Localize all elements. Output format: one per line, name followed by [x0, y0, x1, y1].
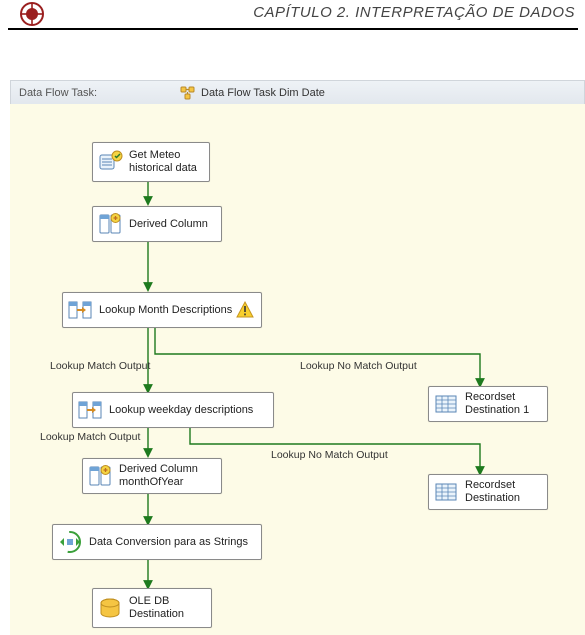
- node-derived-column[interactable]: Derived Column: [92, 206, 222, 242]
- warning-icon: [236, 301, 254, 319]
- crest-icon: [20, 2, 44, 26]
- chapter-title: CAPÍTULO 2. INTERPRETAÇÃO DE DADOS: [253, 4, 575, 21]
- oledb-destination-icon: [97, 595, 123, 621]
- data-flow-task-icon: [179, 84, 197, 102]
- edge-label-nomatch-1: Lookup No Match Output: [300, 360, 417, 372]
- edge-label-nomatch-2: Lookup No Match Output: [271, 449, 388, 461]
- data-flow-toolbar: Data Flow Task: Data Flow Task Dim Date: [10, 80, 585, 106]
- node-oledb-destination[interactable]: OLE DB Destination: [92, 588, 212, 628]
- node-derived-monthofyear[interactable]: Derived Column monthOfYear: [82, 458, 222, 494]
- toolbar-task-name: Data Flow Task Dim Date: [201, 81, 325, 105]
- derived-column-icon: [97, 211, 123, 237]
- node-lookup-weekday[interactable]: Lookup weekday descriptions: [72, 392, 274, 428]
- node-label: Recordset Destination 1: [465, 391, 529, 417]
- derived-column-icon: [87, 463, 113, 489]
- recordset-icon: [433, 479, 459, 505]
- designer-canvas[interactable]: Lookup Match Output Lookup No Match Outp…: [10, 104, 585, 635]
- header-divider: [8, 28, 578, 30]
- node-label: OLE DB Destination: [129, 595, 184, 621]
- node-label: Get Meteo historical data: [129, 149, 197, 175]
- node-get-meteo[interactable]: Get Meteo historical data: [92, 142, 210, 182]
- edge-label-match-1: Lookup Match Output: [50, 360, 150, 372]
- node-label: Data Conversion para as Strings: [89, 536, 248, 549]
- lookup-icon: [67, 297, 93, 323]
- data-conversion-icon: [57, 529, 83, 555]
- source-adapter-icon: [97, 149, 123, 175]
- lookup-icon: [77, 397, 103, 423]
- edge-label-match-2: Lookup Match Output: [40, 431, 140, 443]
- node-data-conversion[interactable]: Data Conversion para as Strings: [52, 524, 262, 560]
- institution-logo: [20, 2, 44, 26]
- node-label: Derived Column monthOfYear: [119, 463, 198, 489]
- node-label: Recordset Destination: [465, 479, 520, 505]
- toolbar-label: Data Flow Task:: [19, 81, 97, 105]
- node-label: Lookup weekday descriptions: [109, 404, 253, 417]
- node-label: Derived Column: [129, 218, 208, 231]
- page: CAPÍTULO 2. INTERPRETAÇÃO DE DADOS Data …: [0, 0, 585, 635]
- node-label: Lookup Month Descriptions: [99, 304, 232, 317]
- node-lookup-month[interactable]: Lookup Month Descriptions: [62, 292, 262, 328]
- node-recordset-destination-1[interactable]: Recordset Destination 1: [428, 386, 548, 422]
- recordset-icon: [433, 391, 459, 417]
- node-recordset-destination[interactable]: Recordset Destination: [428, 474, 548, 510]
